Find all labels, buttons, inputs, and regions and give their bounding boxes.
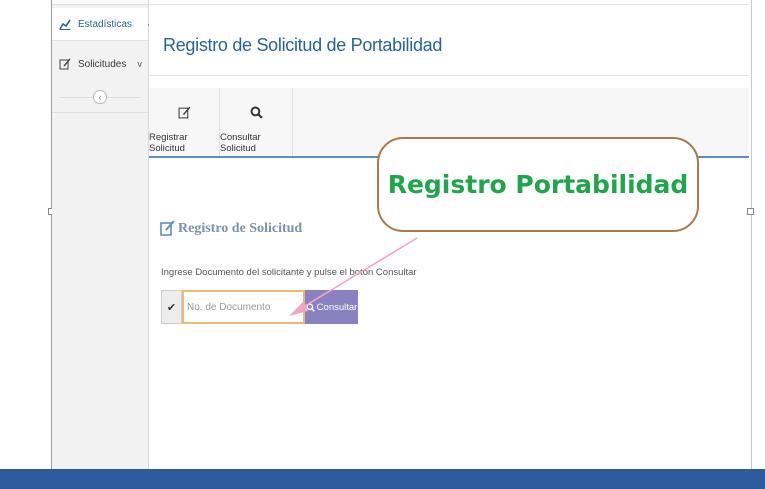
sidebar-item-solicitudes[interactable]: Solicitudes v <box>52 48 148 80</box>
line-chart-icon <box>58 17 72 31</box>
search-icon <box>306 302 315 312</box>
consultar-button-label: Consultar <box>316 301 358 313</box>
sidebar-item-label: Estadísticas <box>78 18 132 30</box>
sidebar-item-estadisticas[interactable]: Estadísticas <box>52 8 155 41</box>
sidebar-top-border <box>52 0 148 5</box>
edit-icon <box>160 220 175 237</box>
toolbar-button-label: Registrar Solicitud <box>149 132 188 154</box>
registrar-solicitud-button[interactable]: Registrar Solicitud <box>149 88 220 156</box>
sidebar-collapse-bar: ‹ <box>52 84 148 113</box>
callout-text: Registro Portabilidad <box>387 170 689 199</box>
instruction-text: Ingrese Documento del solicitante y puls… <box>161 267 417 278</box>
page-title: Registro de Solicitud de Portabilidad <box>163 35 443 55</box>
sidebar: Estadísticas Solicitudes v ‹ <box>52 0 155 469</box>
section-title: Registro de Solicitud <box>160 220 302 237</box>
consultar-solicitud-button[interactable]: Consultar Solicitud <box>220 88 293 156</box>
search-icon <box>250 104 263 120</box>
chevron-left-icon[interactable]: ‹ <box>93 90 107 104</box>
sidebar-item-label: Solicitudes <box>78 58 127 70</box>
check-icon: ✔ <box>161 290 182 324</box>
footer-bar <box>0 469 765 489</box>
document-search-group: ✔ Consultar <box>161 290 358 324</box>
edit-icon <box>58 57 72 71</box>
section-title-text: Registro de Solicitud <box>178 220 303 236</box>
resize-handle-right[interactable] <box>747 208 754 215</box>
document-input[interactable] <box>182 290 305 324</box>
annotation-callout: Registro Portabilidad <box>377 137 699 232</box>
toolbar-button-label: Consultar Solicitud <box>220 132 261 154</box>
edit-icon <box>178 104 191 120</box>
chevron-down-icon: v <box>137 59 143 69</box>
consultar-button[interactable]: Consultar <box>305 290 358 324</box>
page-header: Registro de Solicitud de Portabilidad <box>149 4 749 76</box>
